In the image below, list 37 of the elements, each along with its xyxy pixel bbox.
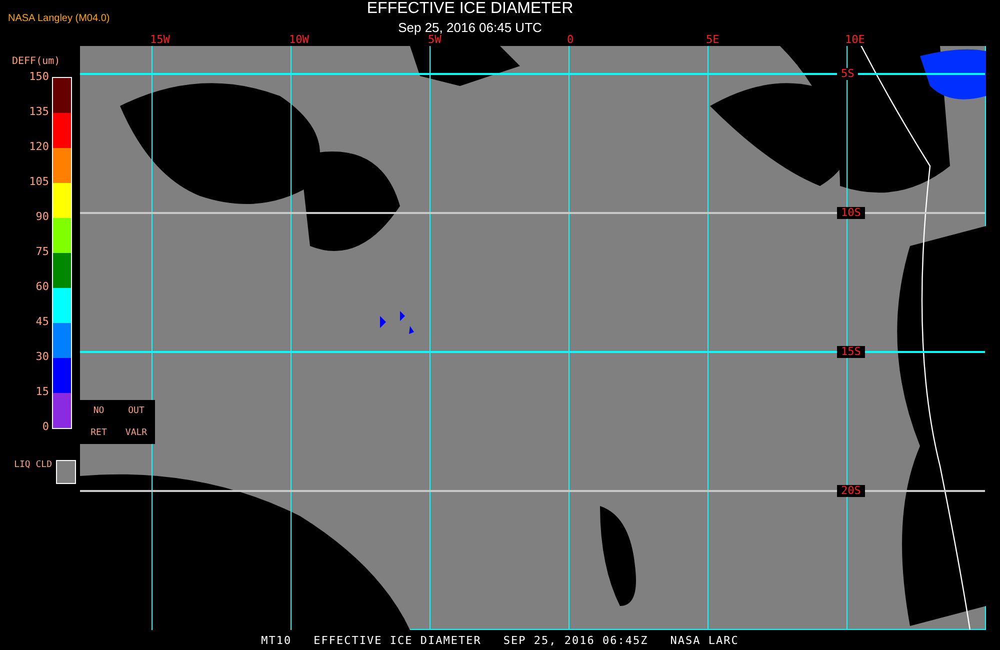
no-retrieval-label: NO bbox=[93, 406, 104, 416]
legend-tick-label: 135 bbox=[28, 104, 50, 120]
legend-tick-label: 60 bbox=[34, 279, 50, 295]
legend-tick-label: 120 bbox=[28, 139, 50, 155]
liquid-cloud-swatch bbox=[56, 460, 76, 484]
timestamp-text: Sep 25, 2016 06:45 UTC bbox=[397, 20, 543, 35]
chart-title: EFFECTIVE ICE DIAMETER bbox=[366, 0, 574, 18]
legend-tick-label: 75 bbox=[34, 244, 50, 260]
latitude-label: 10S bbox=[837, 207, 865, 219]
footer-text: SEP 25, 2016 06:45Z bbox=[503, 634, 648, 646]
latitude-label: 15S bbox=[837, 346, 865, 358]
legend-tick-label: 90 bbox=[34, 209, 50, 225]
longitude-label: 10E bbox=[845, 33, 865, 46]
latitude-label: 20S bbox=[837, 485, 865, 497]
legend-tick-label: 15 bbox=[34, 384, 50, 400]
legend-tick-label: 150 bbox=[28, 69, 50, 85]
longitude-label: 5W bbox=[428, 33, 442, 46]
legend-tick-label: 0 bbox=[41, 419, 50, 435]
longitude-label: 10W bbox=[289, 33, 309, 46]
legend-title: DEFF(um) bbox=[12, 56, 62, 68]
out-of-range-label: VALR bbox=[125, 428, 148, 438]
longitude-label: 5E bbox=[706, 33, 720, 46]
legend-tick-label: 45 bbox=[34, 314, 50, 330]
footer-text: EFFECTIVE ICE DIAMETER bbox=[314, 634, 482, 646]
footer-text: MT10 bbox=[261, 634, 292, 646]
no-retrieval-label: RET bbox=[90, 428, 107, 438]
legend-tick-label: 105 bbox=[28, 174, 50, 190]
out-of-range-label: OUT bbox=[128, 406, 144, 416]
ice-cloud-region bbox=[920, 49, 986, 100]
liquid-cloud-label: LIQ CLD bbox=[13, 460, 53, 471]
legend-tick-label: 30 bbox=[34, 349, 50, 365]
ice-cloud-specks bbox=[380, 311, 414, 334]
longitude-label: 15W bbox=[150, 33, 170, 46]
footer-text: NASA LARC bbox=[670, 634, 739, 646]
credit-text: NASA Langley (M04.0) bbox=[8, 13, 110, 24]
longitude-label: 0 bbox=[567, 33, 574, 46]
latitude-label: 5S bbox=[837, 68, 858, 80]
